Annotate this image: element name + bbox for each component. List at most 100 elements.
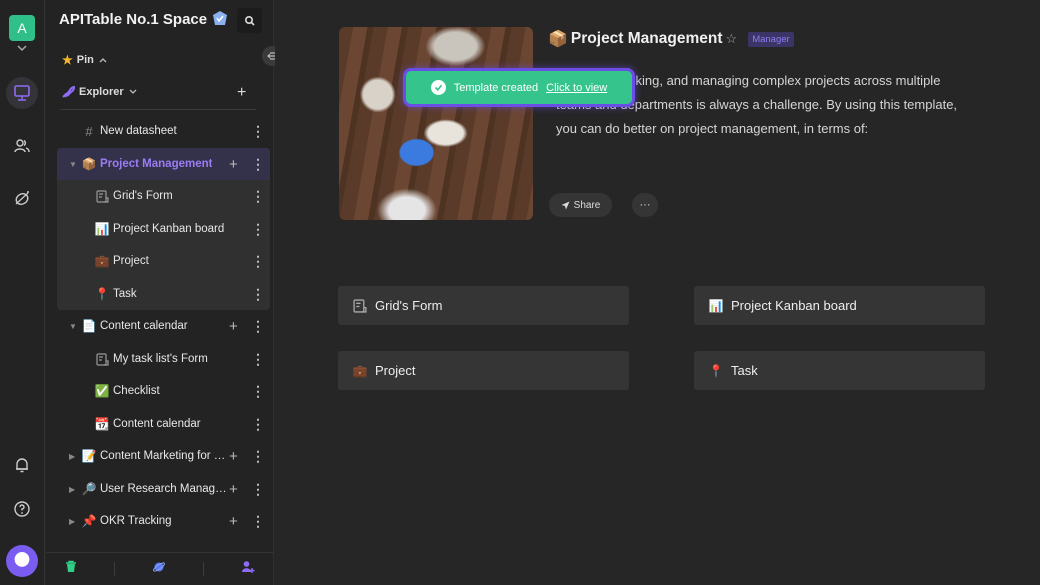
- tree-node-my-task-list-form[interactable]: My task list's Form ⋮: [57, 343, 270, 375]
- pin-label: Pin: [76, 54, 94, 66]
- tree-node-task[interactable]: 📍 Task ⋮: [57, 278, 270, 310]
- tree-node-content-calendar-folder[interactable]: ▼ 📄 Content calendar + ⋮: [57, 310, 270, 342]
- pushpin-icon: 📌: [81, 514, 97, 528]
- caret-right-icon[interactable]: ▶: [69, 517, 75, 526]
- more-icon[interactable]: ⋮: [251, 546, 265, 547]
- caret-right-icon[interactable]: ▶: [69, 485, 75, 494]
- more-icon[interactable]: ⋮: [251, 383, 265, 400]
- planet-icon: [15, 191, 29, 205]
- app-root: A APITable No.1 Space ★ Pin Explorer + #…: [0, 0, 1040, 585]
- space-avatar[interactable]: A: [9, 15, 35, 41]
- tree-node-content-marketing-seo[interactable]: ▶ 📝 Content Marketing for SEO + ⋮: [57, 440, 270, 472]
- trash-icon: [65, 560, 76, 572]
- node-card-task[interactable]: 📍 Task: [694, 351, 985, 390]
- more-icon[interactable]: ⋮: [251, 286, 265, 303]
- more-icon[interactable]: ⋮: [251, 481, 265, 498]
- more-icon[interactable]: ⋮: [251, 448, 265, 465]
- search-button[interactable]: [237, 8, 262, 33]
- datasheet-icon: #: [85, 123, 93, 139]
- search-icon: [244, 15, 255, 26]
- form-icon: [94, 351, 110, 367]
- contacts-button[interactable]: [6, 130, 38, 162]
- bell-icon: [16, 458, 28, 473]
- chevron-down-icon[interactable]: [15, 43, 29, 53]
- add-icon[interactable]: +: [229, 156, 238, 173]
- more-icon[interactable]: ⋮: [251, 513, 265, 530]
- tree-node-real-estate-crm[interactable]: ▶ 📁 Real estate CRM + ⋮: [57, 538, 270, 547]
- add-icon[interactable]: +: [229, 481, 238, 498]
- more-icon[interactable]: ⋮: [251, 253, 265, 270]
- briefcase-icon: 💼: [94, 254, 110, 268]
- user-avatar[interactable]: [6, 545, 38, 577]
- more-icon[interactable]: ⋮: [251, 416, 265, 433]
- notifications-button[interactable]: [6, 449, 38, 481]
- templates-button[interactable]: [6, 182, 38, 214]
- add-icon[interactable]: +: [229, 513, 238, 530]
- star-icon: ★: [62, 53, 73, 67]
- card-label: Grid's Form: [375, 298, 443, 313]
- add-icon[interactable]: +: [229, 546, 238, 547]
- caret-down-icon[interactable]: ▼: [69, 322, 77, 331]
- add-icon[interactable]: +: [229, 318, 238, 335]
- help-icon: [14, 501, 30, 517]
- folder-header: 📦 Project Management ☆ Manager: [548, 29, 794, 49]
- more-icon[interactable]: ⋮: [251, 156, 265, 173]
- toast-message: Template created: [453, 81, 539, 94]
- folder-cover-image: [339, 27, 533, 220]
- verified-badge-icon: [213, 11, 228, 25]
- explorer-section-header[interactable]: Explorer: [62, 86, 138, 98]
- briefcase-icon: 💼: [352, 363, 368, 378]
- package-icon: 📦: [548, 31, 568, 48]
- invite-member-button[interactable]: [241, 560, 255, 579]
- star-outline-icon[interactable]: ☆: [726, 31, 738, 47]
- help-button[interactable]: [6, 493, 38, 525]
- sidebar-footer: [46, 552, 274, 585]
- divider: [60, 109, 256, 110]
- node-card-grids-form[interactable]: Grid's Form: [338, 286, 629, 325]
- success-toast: Template created Click to view: [403, 68, 635, 107]
- more-options-button[interactable]: ···: [632, 193, 658, 217]
- tree-node-okr-tracking[interactable]: ▶ 📌 OKR Tracking + ⋮: [57, 505, 270, 537]
- caret-down-icon[interactable]: ▼: [69, 160, 77, 169]
- form-icon: [352, 298, 368, 314]
- rocket-icon: [62, 86, 75, 98]
- bar-chart-icon: 📊: [94, 222, 110, 236]
- more-icon[interactable]: ⋮: [251, 188, 265, 205]
- tree-node-grids-form[interactable]: Grid's Form ⋮: [57, 180, 270, 212]
- more-icon[interactable]: ⋮: [251, 221, 265, 238]
- pin-icon: 📍: [94, 287, 110, 301]
- more-icon[interactable]: ⋮: [251, 123, 265, 140]
- trash-button[interactable]: [65, 560, 77, 578]
- tree-node-user-research[interactable]: ▶ 🔎 User Research Manageme... + ⋮: [57, 473, 270, 505]
- add-user-icon: [242, 560, 255, 573]
- workbench-button[interactable]: [6, 77, 38, 109]
- planet-icon: [153, 561, 165, 572]
- tree-node-project[interactable]: 💼 Project ⋮: [57, 245, 270, 277]
- page-icon: 📄: [81, 319, 97, 333]
- bar-chart-icon: 📊: [708, 298, 724, 313]
- node-card-project-kanban-board[interactable]: 📊 Project Kanban board: [694, 286, 985, 325]
- tree-node-project-kanban-board[interactable]: 📊 Project Kanban board ⋮: [57, 213, 270, 245]
- more-icon[interactable]: ⋮: [251, 318, 265, 335]
- add-node-button[interactable]: +: [237, 84, 246, 102]
- more-icon[interactable]: ⋮: [251, 351, 265, 368]
- add-icon[interactable]: +: [229, 448, 238, 465]
- tree-node-new-datasheet[interactable]: # New datasheet ⋮: [57, 115, 270, 147]
- space-name: APITable No.1 Space: [59, 10, 208, 28]
- pin-icon: 📍: [708, 363, 724, 378]
- tree-node-content-calendar[interactable]: 📆 Content calendar ⋮: [57, 408, 270, 440]
- tree-node-project-management[interactable]: ▼ 📦 Project Management + ⋮: [57, 148, 270, 180]
- nav-rail: A: [0, 0, 45, 585]
- card-label: Project: [375, 363, 416, 378]
- divider: [113, 562, 115, 576]
- send-icon: [561, 201, 570, 209]
- explore-button[interactable]: [152, 560, 166, 579]
- chevron-down-icon: [129, 89, 137, 94]
- node-card-project[interactable]: 💼 Project: [338, 351, 629, 390]
- pin-section-header[interactable]: ★ Pin: [62, 53, 108, 67]
- toast-view-link[interactable]: Click to view: [546, 82, 607, 94]
- space-title[interactable]: APITable No.1 Space: [59, 10, 229, 28]
- tree-node-checklist[interactable]: ✅ Checklist ⋮: [57, 375, 270, 407]
- share-button[interactable]: Share: [549, 193, 612, 217]
- caret-right-icon[interactable]: ▶: [69, 452, 75, 461]
